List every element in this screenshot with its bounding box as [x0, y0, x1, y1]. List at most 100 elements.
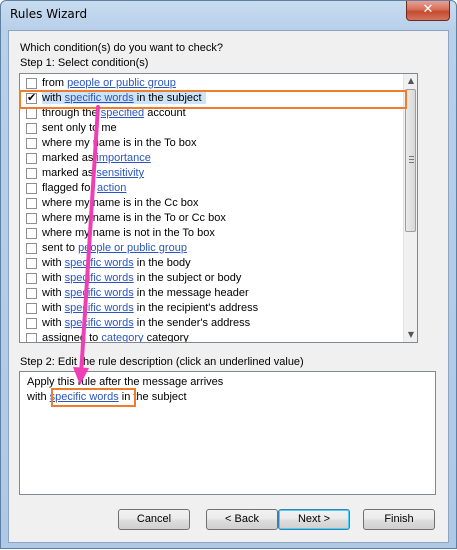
condition-link[interactable]: category — [101, 332, 143, 342]
condition-row[interactable]: sent to people or public group — [22, 241, 402, 256]
finish-button[interactable]: Finish — [363, 509, 435, 530]
condition-label[interactable]: marked as sensitivity — [42, 167, 144, 179]
condition-text: where my name is in the To box — [42, 137, 197, 149]
condition-label[interactable]: with specific words in the subject — [42, 92, 206, 104]
condition-text: in the sender's address — [133, 317, 251, 329]
condition-row[interactable]: with specific words in the message heade… — [22, 286, 402, 301]
condition-link[interactable]: people or public group — [67, 77, 176, 89]
condition-row[interactable]: marked as sensitivity — [22, 166, 402, 181]
desc-prefix: with — [27, 391, 50, 403]
condition-link[interactable]: specific words — [65, 272, 134, 284]
condition-label[interactable]: with specific words in the body — [42, 257, 191, 269]
condition-link[interactable]: specific words — [65, 317, 134, 329]
condition-row[interactable]: marked as importance — [22, 151, 402, 166]
close-button[interactable]: ✕ — [406, 1, 450, 21]
condition-label[interactable]: where my name is in the Cc box — [42, 197, 199, 209]
checkbox[interactable] — [26, 213, 37, 224]
title-bar[interactable]: Rules Wizard ✕ — [1, 1, 456, 29]
condition-link[interactable]: specific words — [65, 92, 134, 104]
checkbox[interactable] — [26, 303, 37, 314]
conditions-scrollbar[interactable]: ▲ ▼ — [403, 74, 417, 342]
condition-link[interactable]: specific words — [65, 257, 134, 269]
checkbox[interactable] — [26, 243, 37, 254]
checkbox[interactable] — [26, 198, 37, 209]
condition-row[interactable]: flagged for action — [22, 181, 402, 196]
condition-link[interactable]: action — [97, 182, 126, 194]
checkbox[interactable] — [26, 123, 37, 134]
back-button[interactable]: < Back — [206, 509, 278, 530]
condition-row[interactable]: through the specified account — [22, 106, 402, 121]
condition-row[interactable]: where my name is in the To box — [22, 136, 402, 151]
checkbox[interactable] — [26, 258, 37, 269]
condition-label[interactable]: marked as importance — [42, 152, 151, 164]
condition-label[interactable]: from people or public group — [42, 77, 176, 89]
condition-label[interactable]: flagged for action — [42, 182, 126, 194]
condition-label[interactable]: where my name is in the To or Cc box — [42, 212, 226, 224]
condition-row[interactable]: with specific words in the recipient's a… — [22, 301, 402, 316]
checkbox[interactable] — [26, 153, 37, 164]
dialog-body: Which condition(s) do you want to check?… — [8, 30, 449, 543]
condition-text: with — [42, 92, 65, 104]
checkbox[interactable] — [26, 108, 37, 119]
checkbox[interactable] — [26, 228, 37, 239]
condition-row[interactable]: with specific words in the sender's addr… — [22, 316, 402, 331]
condition-label[interactable]: through the specified account — [42, 107, 186, 119]
conditions-list[interactable]: assigned to category category with specif… — [19, 73, 418, 343]
condition-text: through the — [42, 107, 101, 119]
condition-label[interactable]: assigned to category category — [42, 332, 189, 343]
cancel-button[interactable]: Cancel — [118, 509, 190, 530]
condition-row[interactable]: from people or public group — [22, 76, 402, 91]
condition-row[interactable]: assigned to category category — [22, 331, 402, 343]
checkbox[interactable] — [26, 78, 37, 89]
checkbox[interactable] — [26, 183, 37, 194]
condition-text: with — [42, 317, 65, 329]
condition-link[interactable]: people or public group — [78, 242, 187, 254]
condition-row[interactable]: with specific words in the subject or bo… — [22, 271, 402, 286]
condition-label[interactable]: with specific words in the subject or bo… — [42, 272, 241, 284]
condition-link[interactable]: specific words — [65, 302, 134, 314]
condition-text: category — [143, 332, 189, 343]
checkbox[interactable] — [26, 333, 37, 342]
checkbox-checked[interactable] — [26, 91, 37, 104]
condition-link[interactable]: specified — [101, 107, 144, 119]
checkbox[interactable] — [26, 138, 37, 149]
condition-label[interactable]: with specific words in the sender's addr… — [42, 317, 250, 329]
scrollbar-thumb[interactable] — [405, 89, 416, 232]
condition-text: with — [42, 257, 65, 269]
rules-wizard-window: Rules Wizard ✕ Which condition(s) do you… — [0, 0, 457, 549]
condition-label[interactable]: sent only to me — [42, 122, 117, 134]
condition-text: in the recipient's address — [133, 302, 259, 314]
condition-link[interactable]: sensitivity — [96, 167, 144, 179]
condition-link[interactable]: specific words — [65, 287, 134, 299]
condition-text: in the message header — [133, 287, 249, 299]
specific-words-link[interactable]: specific words — [50, 391, 119, 403]
scroll-up-arrow-icon[interactable]: ▲ — [404, 74, 417, 88]
condition-row[interactable]: where my name is not in the To box — [22, 226, 402, 241]
step2-label: Step 2: Edit the rule description (click… — [20, 356, 304, 368]
close-icon: ✕ — [422, 2, 434, 17]
next-button[interactable]: Next > — [278, 509, 350, 530]
condition-row[interactable]: sent only to me — [22, 121, 402, 136]
checkbox[interactable] — [26, 168, 37, 179]
condition-text: marked as — [42, 152, 97, 164]
condition-row[interactable]: with specific words in the subject — [22, 91, 402, 106]
condition-label[interactable]: with specific words in the recipient's a… — [42, 302, 258, 314]
checkbox[interactable] — [26, 318, 37, 329]
condition-row[interactable]: with specific words in the body — [22, 256, 402, 271]
condition-link[interactable]: importance — [96, 152, 150, 164]
condition-text: with — [42, 287, 65, 299]
condition-row[interactable]: where my name is in the To or Cc box — [22, 211, 402, 226]
rule-description-line1: Apply this rule after the message arrive… — [27, 376, 224, 388]
condition-label[interactable]: with specific words in the message heade… — [42, 287, 249, 299]
checkbox[interactable] — [26, 273, 37, 284]
scroll-down-arrow-icon[interactable]: ▼ — [404, 328, 417, 342]
condition-text: where my name is not in the To box — [42, 227, 215, 239]
condition-label[interactable]: where my name is in the To box — [42, 137, 196, 149]
condition-text: with — [42, 302, 65, 314]
desc-suffix: in the subject — [118, 391, 187, 403]
condition-label[interactable]: where my name is not in the To box — [42, 227, 215, 239]
condition-label[interactable]: sent to people or public group — [42, 242, 187, 254]
condition-text: sent to — [42, 242, 79, 254]
condition-row[interactable]: where my name is in the Cc box — [22, 196, 402, 211]
checkbox[interactable] — [26, 288, 37, 299]
